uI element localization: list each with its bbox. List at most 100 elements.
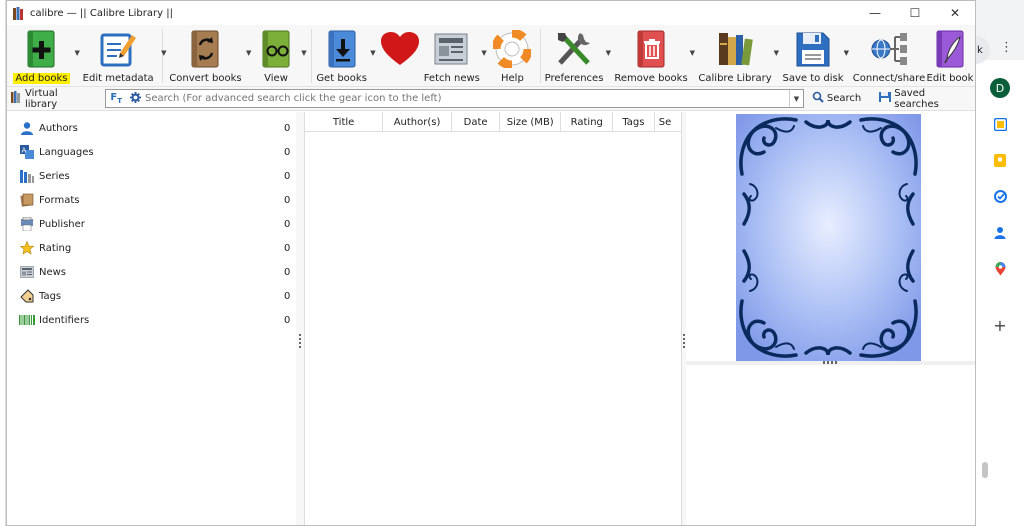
search-highlight-toggle-icon[interactable]: FT: [110, 92, 122, 105]
virtual-library-icon: [11, 91, 21, 106]
view-label: View: [264, 73, 288, 84]
search-button[interactable]: Search: [812, 91, 861, 106]
maximize-button[interactable]: ☐: [895, 1, 935, 25]
network-globe-icon: [868, 28, 910, 70]
convert-books-button[interactable]: Convert books ▼: [167, 25, 251, 85]
tag-count: 0: [284, 290, 291, 302]
virtual-library-button[interactable]: Virtual library: [11, 88, 91, 110]
tag-browser-item-authors[interactable]: Authors 0: [7, 116, 296, 140]
formats-icon: [19, 192, 35, 208]
search-history-dropdown-icon[interactable]: ▼: [788, 90, 803, 107]
tools-icon: [553, 28, 595, 70]
languages-icon: A: [19, 144, 35, 160]
column-header-series[interactable]: Se: [655, 112, 681, 132]
column-header-authors[interactable]: Author(s): [383, 112, 453, 132]
tag-browser-item-identifiers[interactable]: Identifiers 0: [7, 308, 296, 332]
tag-count: 0: [284, 194, 291, 206]
tag-browser-item-rating[interactable]: Rating 0: [7, 236, 296, 260]
tag-browser-item-languages[interactable]: A Languages 0: [7, 140, 296, 164]
tag-count: 0: [284, 170, 291, 182]
save-to-disk-dropdown-icon[interactable]: ▼: [844, 49, 849, 57]
barcode-icon: [19, 312, 35, 328]
tag-count: 0: [284, 218, 291, 230]
calendar-icon[interactable]: [976, 118, 1024, 131]
tag-label: Series: [39, 170, 70, 182]
title-bar: calibre — || Calibre Library || — ☐ ✕: [7, 1, 975, 25]
tag-label: Tags: [39, 290, 62, 302]
edit-book-label: Edit book: [926, 73, 974, 84]
heart-icon: [379, 28, 421, 70]
column-header-tags[interactable]: Tags: [613, 112, 655, 132]
calibre-app-icon: [13, 6, 25, 20]
window-title: calibre — || Calibre Library ||: [30, 7, 173, 19]
left-splitter-handle[interactable]: [296, 112, 305, 525]
fetch-news-label: Fetch news: [423, 73, 480, 84]
tag-label: Languages: [39, 146, 94, 158]
get-books-dropdown-icon[interactable]: ▼: [370, 49, 375, 57]
magnifier-icon: [812, 91, 824, 106]
tag-browser-item-news[interactable]: News 0: [7, 260, 296, 284]
tag-browser-item-publisher[interactable]: Publisher 0: [7, 212, 296, 236]
column-header-date[interactable]: Date: [452, 112, 500, 132]
search-box: FT ▼: [105, 89, 804, 108]
gear-icon[interactable]: [129, 91, 141, 106]
calibre-library-button[interactable]: Calibre Library ▼: [698, 25, 779, 85]
book-cover-image[interactable]: [735, 114, 921, 361]
news-icon: [19, 264, 35, 280]
fetch-news-button[interactable]: Fetch news ▼: [423, 25, 487, 85]
browser-scrollbar-thumb[interactable]: [982, 462, 988, 478]
view-dropdown-icon[interactable]: ▼: [301, 49, 306, 57]
splitter-grip: [299, 334, 302, 350]
donate-button[interactable]: [378, 25, 423, 85]
column-header-size[interactable]: Size (MB): [500, 112, 562, 132]
tag-browser-item-series[interactable]: Series 0: [7, 164, 296, 188]
convert-books-dropdown-icon[interactable]: ▼: [246, 49, 251, 57]
search-input[interactable]: [144, 93, 789, 104]
splitter-grip: [682, 334, 685, 350]
close-button[interactable]: ✕: [935, 1, 975, 25]
details-splitter-grip: [822, 361, 839, 364]
tag-browser-item-formats[interactable]: Formats 0: [7, 188, 296, 212]
edit-book-button[interactable]: Edit book: [925, 25, 975, 85]
add-panel-icon[interactable]: +: [976, 316, 1024, 335]
add-books-icon: [20, 28, 62, 70]
view-button[interactable]: View ▼: [253, 25, 307, 85]
keep-notes-icon[interactable]: [976, 154, 1024, 167]
remove-books-dropdown-icon[interactable]: ▼: [690, 49, 695, 57]
maps-pin-icon[interactable]: [976, 262, 1024, 276]
get-books-button[interactable]: Get books ▼: [316, 25, 376, 85]
tag-browser: Authors 0 A Languages 0 Series 0 Formats…: [7, 112, 297, 525]
browser-menu-icon[interactable]: ⋮: [1000, 40, 1013, 55]
contacts-icon[interactable]: [976, 226, 1024, 239]
help-button[interactable]: Help: [491, 25, 534, 85]
tasks-icon[interactable]: [976, 190, 1024, 203]
connect-share-button[interactable]: Connect/share: [853, 25, 925, 85]
saved-searches-label: Saved searches: [894, 87, 939, 110]
remove-books-icon: [630, 28, 672, 70]
saved-searches-icon: [879, 91, 892, 106]
column-header-rating[interactable]: Rating: [561, 112, 614, 132]
fetch-news-dropdown-icon[interactable]: ▼: [481, 49, 486, 57]
convert-books-label: Convert books: [169, 73, 242, 84]
minimize-button[interactable]: —: [855, 1, 895, 25]
calibre-library-dropdown-icon[interactable]: ▼: [774, 49, 779, 57]
preferences-button[interactable]: Preferences ▼: [545, 25, 611, 85]
search-button-label: Search: [826, 93, 862, 104]
tag-label: Identifiers: [39, 314, 90, 326]
newspaper-icon: [431, 28, 473, 70]
tag-browser-item-tags[interactable]: Tags 0: [7, 284, 296, 308]
edit-book-icon: [929, 28, 971, 70]
account-avatar[interactable]: D: [976, 78, 1024, 98]
convert-books-icon: [184, 28, 226, 70]
add-books-button[interactable]: Add books ▼: [11, 25, 80, 85]
save-to-disk-button[interactable]: Save to disk ▼: [782, 25, 849, 85]
column-header-title[interactable]: Title: [305, 112, 383, 132]
preferences-dropdown-icon[interactable]: ▼: [606, 49, 611, 57]
remove-books-button[interactable]: Remove books ▼: [614, 25, 695, 85]
library-books-icon: [714, 28, 756, 70]
saved-searches-button[interactable]: Saved searches: [879, 88, 971, 110]
edit-metadata-button[interactable]: Edit metadata ▼: [78, 25, 166, 85]
edit-metadata-dropdown-icon[interactable]: ▼: [161, 49, 166, 57]
book-list[interactable]: Title Author(s) Date Size (MB) Rating Ta…: [304, 112, 682, 525]
calibre-window: calibre — || Calibre Library || — ☐ ✕ Ad…: [6, 0, 976, 526]
